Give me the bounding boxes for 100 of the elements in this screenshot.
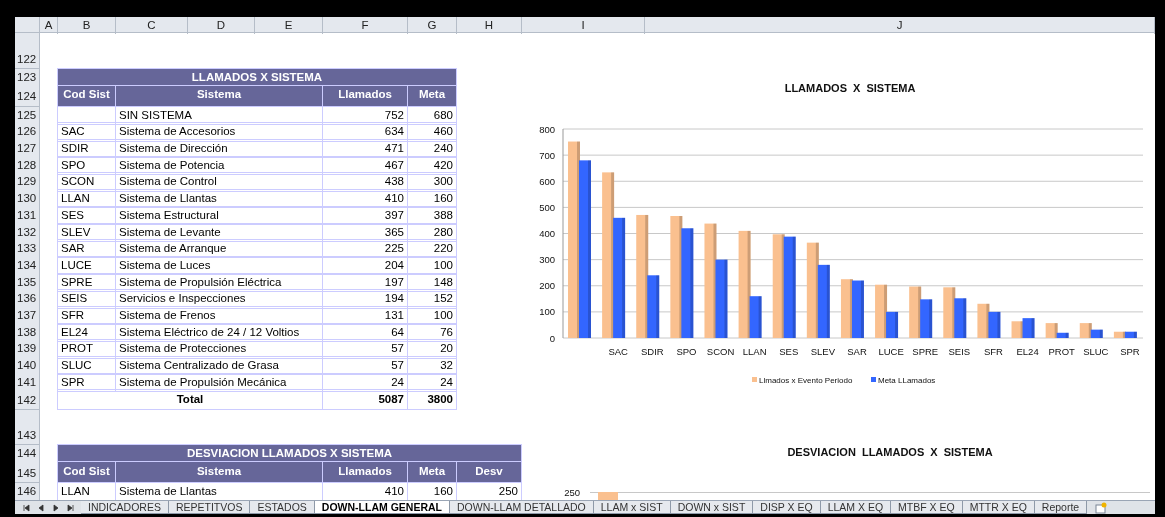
- last-sheet-icon[interactable]: [66, 503, 75, 512]
- column-letter[interactable]: G: [408, 17, 457, 35]
- table-cell: EL24: [57, 322, 116, 342]
- table-cell: Sistema de Propulsión Eléctrica: [115, 272, 323, 292]
- table-cell: 634: [322, 122, 408, 142]
- column-letter[interactable]: H: [457, 17, 522, 35]
- row-number: 124: [15, 85, 40, 107]
- table-cell: 24: [322, 372, 408, 392]
- category-label: EL24: [1016, 346, 1039, 357]
- table-cell: 148: [407, 272, 457, 292]
- sheet-tab[interactable]: DISP X EQ: [753, 501, 821, 514]
- row-number: 129: [15, 173, 40, 192]
- chart-bar: [988, 311, 1001, 338]
- sheet-tab[interactable]: REPETITVOS: [168, 501, 251, 514]
- legend-label: Llmados x Evento Periodo: [759, 376, 853, 385]
- column-header: Desv: [456, 461, 522, 483]
- column-letter[interactable]: I: [522, 17, 645, 35]
- row-number: 130: [15, 190, 40, 209]
- table-cell: SEIS: [57, 289, 116, 309]
- table-cell: 100: [407, 255, 457, 276]
- table-cell: SLUC: [57, 356, 116, 376]
- table-cell: 220: [407, 239, 457, 259]
- sheet-tab[interactable]: ESTADOS: [250, 501, 315, 514]
- category-label: SLEV: [810, 346, 836, 357]
- column-letter[interactable]: F: [323, 17, 408, 35]
- sheet-tab[interactable]: INDICADORES: [81, 501, 169, 514]
- category-label: SEIS: [948, 346, 971, 357]
- category-label: SAC: [608, 346, 628, 357]
- table-cell: 300: [407, 172, 457, 192]
- row-number: 122: [15, 33, 40, 69]
- table-cell: SAC: [57, 122, 116, 142]
- table-cell: Sistema de Luces: [115, 255, 323, 276]
- table-cell: Sistema de Frenos: [115, 305, 323, 326]
- column-header: Meta: [407, 461, 457, 483]
- chart-bar: [920, 299, 933, 338]
- table-cell: 152: [407, 289, 457, 309]
- row-number: 140: [15, 357, 40, 376]
- chart-bar: [954, 298, 967, 338]
- row-number: 144: [15, 445, 40, 464]
- table-cell: 3800: [407, 389, 457, 411]
- table-cell: 32: [407, 356, 457, 376]
- table-cell: Total: [57, 389, 323, 411]
- table-cell: 131: [322, 305, 408, 326]
- table-cell: Sistema de Propulsión Mecánica: [115, 372, 323, 392]
- column-letter[interactable]: C: [116, 17, 188, 35]
- table-cell: 280: [407, 222, 457, 242]
- column-letter[interactable]: J: [645, 17, 1155, 35]
- column-letter[interactable]: D: [188, 17, 255, 35]
- column-header: Llamados: [322, 84, 408, 107]
- table-cell: Sistema de Protecciones: [115, 339, 323, 359]
- first-sheet-icon[interactable]: [21, 503, 30, 512]
- sheet-tab[interactable]: LLAM x SIST: [593, 501, 671, 514]
- next-sheet-icon[interactable]: [51, 503, 60, 512]
- table-cell: 680: [407, 105, 457, 125]
- table-cell: SCON: [57, 172, 116, 192]
- axis-label: 0: [549, 332, 555, 344]
- column-letter[interactable]: B: [58, 17, 116, 35]
- row-number: 145: [15, 462, 40, 483]
- legend-label: Meta LLamados: [878, 376, 936, 385]
- chart-bar: [598, 492, 618, 500]
- axis-label: 700: [539, 149, 555, 161]
- row-number: 142: [15, 390, 40, 411]
- table-cell: Sistema Eléctrico de 24 / 12 Voltios: [115, 322, 323, 342]
- sheet-tab[interactable]: MTTR X EQ: [962, 501, 1035, 514]
- previous-sheet-icon[interactable]: [36, 503, 45, 512]
- axis-label: 800: [539, 123, 555, 135]
- category-label: SAR: [847, 346, 867, 357]
- table-cell: 225: [322, 239, 408, 259]
- chart-title: LLAMADOS X SISTEMA: [784, 82, 916, 94]
- category-label: LUCE: [878, 346, 904, 357]
- category-label: SDIR: [640, 346, 664, 357]
- table-cell: SLEV: [57, 222, 116, 242]
- category-label: SFR: [983, 346, 1003, 357]
- table-cell: Servicios e Inspecciones: [115, 289, 323, 309]
- sheet-tab[interactable]: LLAM X EQ: [820, 501, 892, 514]
- column-header: Sistema: [115, 461, 323, 483]
- column-header: Llamados: [322, 461, 408, 483]
- table-cell: Sistema de Dirección: [115, 139, 323, 159]
- table-cell: 365: [322, 222, 408, 242]
- table-cell: 388: [407, 205, 457, 226]
- table-cell: 197: [322, 272, 408, 292]
- table-cell: 420: [407, 155, 457, 175]
- table-cell: 204: [322, 255, 408, 276]
- column-letter[interactable]: E: [255, 17, 323, 35]
- category-label: SPO: [676, 346, 697, 357]
- table-cell: LLAN: [57, 189, 116, 209]
- table-cell: 438: [322, 172, 408, 192]
- table-cell: Sistema de Accesorios: [115, 122, 323, 142]
- sheet-tab[interactable]: DOWN x SIST: [670, 501, 754, 514]
- table-cell: 57: [322, 356, 408, 376]
- sheet-tab[interactable]: DOWN-LLAM DETALLADO: [450, 501, 594, 514]
- sheet-tab[interactable]: MTBF X EQ: [891, 501, 963, 514]
- chart-title: DESVIACION LLAMADOS X SISTEMA: [787, 446, 993, 458]
- table-cell: 76: [407, 322, 457, 342]
- table-cell: 160: [407, 189, 457, 209]
- column-header: Sistema: [115, 84, 323, 107]
- sheet-tab[interactable]: DOWN-LLAM GENERAL: [314, 501, 450, 514]
- sheet-tab[interactable]: Reporte: [1034, 501, 1088, 514]
- category-label: SLUC: [1083, 346, 1109, 357]
- table-title: LLAMADOS X SISTEMA: [57, 67, 457, 88]
